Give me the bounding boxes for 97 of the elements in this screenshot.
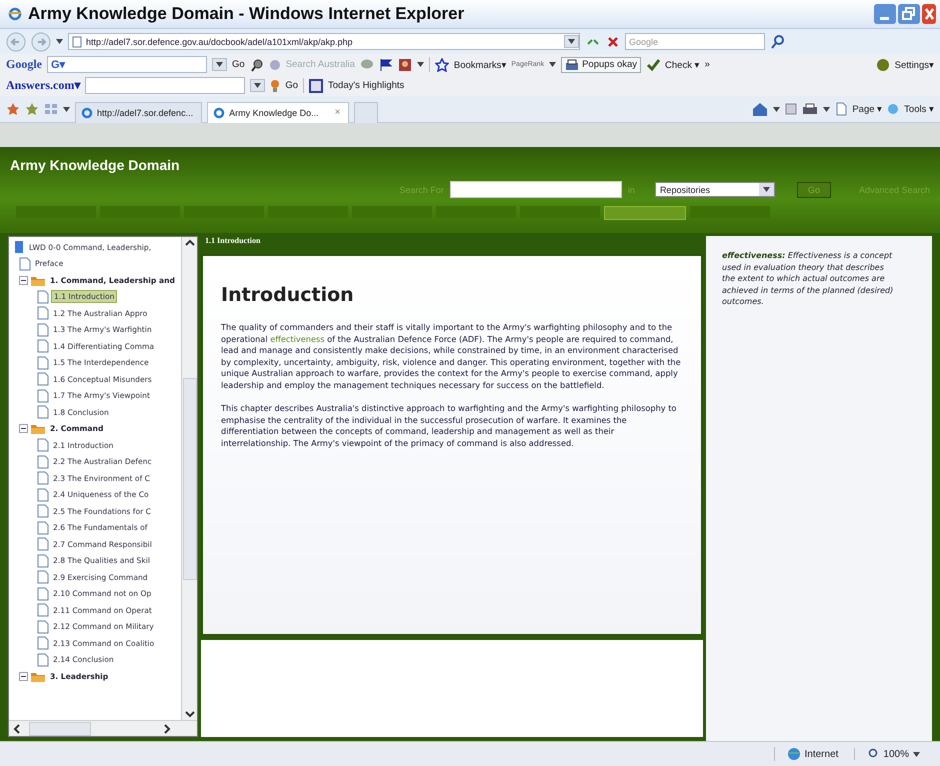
profile-icon[interactable] — [398, 58, 412, 72]
page-icon[interactable] — [835, 102, 848, 116]
forward-icon[interactable] — [31, 32, 51, 52]
zone-label: Internet — [804, 748, 838, 760]
minimize-icon[interactable] — [874, 4, 896, 24]
page-icon[interactable] — [37, 405, 49, 420]
settings-button[interactable]: Settings▾ — [894, 58, 934, 70]
search-field[interactable]: Google — [625, 33, 765, 50]
scope-dropdown[interactable]: Repositories — [654, 182, 775, 197]
page-icon[interactable] — [37, 339, 49, 354]
caret-icon[interactable] — [416, 62, 424, 67]
google-logo: Google — [6, 57, 42, 72]
browser-tab[interactable]: Army Knowledge Do... × — [207, 102, 350, 122]
printer-icon[interactable] — [802, 103, 818, 115]
magnifier-icon[interactable] — [250, 58, 264, 72]
section-header: 1.1 Introduction — [204, 236, 262, 247]
stop-icon[interactable] — [606, 34, 620, 48]
checkmark-icon[interactable] — [646, 58, 660, 72]
page-icon[interactable] — [37, 454, 49, 469]
flag-icon[interactable] — [378, 58, 393, 72]
page-icon[interactable] — [72, 36, 82, 48]
page-icon[interactable] — [37, 471, 49, 486]
page-icon[interactable] — [37, 620, 49, 634]
browser-icon[interactable] — [213, 106, 226, 118]
site-title: Army Knowledge Domain — [10, 156, 181, 173]
page-icon[interactable] — [37, 504, 49, 518]
window-title: Army Knowledge Domain - Windows Internet Explorer — [28, 4, 466, 24]
page-icon[interactable] — [37, 290, 49, 304]
browser-tab[interactable]: http://adel7.sor.defenc... — [75, 102, 202, 122]
close-tab-button[interactable]: × — [334, 107, 340, 118]
page-icon[interactable] — [37, 438, 49, 452]
back-icon[interactable] — [6, 32, 26, 52]
tools-menu[interactable]: Tools ▾ — [904, 103, 934, 115]
answers-logo[interactable]: Answers.com▾ — [6, 78, 80, 93]
page-icon[interactable] — [37, 554, 49, 568]
browser-icon[interactable] — [8, 7, 22, 21]
collapse-icon[interactable] — [19, 276, 28, 285]
tab-list-icon[interactable] — [44, 103, 58, 115]
star-icon[interactable] — [434, 58, 449, 72]
page-icon[interactable] — [37, 372, 49, 386]
close-icon[interactable] — [922, 4, 936, 24]
horizontal-scrollbar[interactable] — [9, 720, 197, 736]
page-menu[interactable]: Page ▾ — [852, 103, 882, 115]
page-icon[interactable] — [37, 356, 49, 370]
dropdown-button[interactable] — [250, 79, 266, 92]
bookmarks-button[interactable]: Bookmarks▾ — [454, 58, 506, 70]
caret-icon[interactable] — [254, 83, 262, 88]
caret-icon[interactable] — [549, 62, 556, 67]
search-field[interactable] — [450, 181, 622, 198]
lightbulb-icon[interactable] — [270, 78, 280, 92]
paragraph: This chapter describes Australia's distinctive approach to warfighting and the Army's warfighting philosophy to emphasise the centrality of the individual in the successful prosecution of warfare. It examines the differentiation between the concepts of command, leadership and management as well as their interrelationship. The Army's viewpoint of the primacy of command is also addressed. — [221, 403, 678, 449]
page-icon[interactable] — [37, 652, 49, 667]
add-favorites-icon[interactable] — [25, 102, 39, 116]
vertical-scrollbar[interactable] — [181, 237, 197, 720]
home-icon[interactable] — [752, 102, 768, 116]
collapse-icon[interactable] — [19, 672, 28, 681]
page-icon[interactable] — [37, 537, 49, 552]
go-button[interactable]: Go — [285, 80, 298, 91]
popups-button[interactable]: Popups okay — [561, 56, 642, 72]
caret-icon[interactable] — [63, 106, 70, 112]
page-icon[interactable] — [37, 306, 49, 320]
google-search-field[interactable]: G▾ — [47, 56, 207, 73]
address-field[interactable]: http://adel7.sor.defence.gov.au/docbook/adel/a101xml/akp/akp.php — [68, 33, 580, 50]
page-heading: Introduction — [221, 284, 354, 306]
check-button[interactable]: Check ▾ — [665, 58, 700, 70]
answers-search-field[interactable] — [85, 77, 246, 94]
collapse-icon[interactable] — [19, 424, 28, 434]
caret-icon[interactable] — [823, 106, 830, 112]
more-button[interactable]: » — [704, 59, 710, 70]
search-icon[interactable] — [770, 34, 786, 50]
caret-icon[interactable] — [913, 752, 920, 756]
dropdown-button[interactable] — [212, 58, 227, 71]
page-icon[interactable] — [37, 520, 49, 535]
page-icon[interactable] — [37, 322, 49, 337]
caret-icon[interactable] — [56, 39, 63, 44]
zoom-level[interactable]: 100% — [883, 748, 909, 760]
favorites-icon[interactable] — [6, 102, 20, 116]
page-icon[interactable] — [37, 603, 49, 618]
restore-icon[interactable] — [898, 4, 920, 24]
go-button[interactable]: Go — [232, 59, 245, 70]
highlights-button[interactable]: Today's Highlights — [328, 80, 404, 91]
page-icon[interactable] — [37, 570, 49, 584]
caret-icon[interactable] — [568, 39, 575, 44]
page-icon[interactable] — [37, 388, 49, 403]
dropdown-button[interactable] — [564, 35, 579, 48]
caret-icon[interactable] — [773, 106, 780, 112]
caret-icon[interactable] — [216, 62, 223, 67]
printer-icon[interactable] — [565, 58, 580, 70]
browser-icon[interactable] — [81, 106, 93, 118]
caret-icon[interactable] — [762, 187, 770, 192]
page-icon[interactable] — [37, 636, 49, 650]
page-icon[interactable] — [37, 488, 49, 502]
page-icon[interactable] — [37, 586, 49, 601]
glossary-definition: effectiveness: Effectiveness is a concept used in evaluation theory that describes the extent to which actual outcomes are achieved in terms of the planned (desired) outcomes. — [722, 250, 894, 308]
paragraph: The quality of commanders and their staff is vitally important to the Army's warfighting philosophy and to the operational effectiveness of the Australian Defence Force (ADF). The Army's people are required to command, lead and manage and consistently make decisions, while constrained by time, in an environment characterised by complexity, uncertainty, ambiguity, risk, violence and danger. This operating environment, together with the unique Australian approach to warfare, provides the context for the Army's people to exercise command, apply leadership and employ the management techniques necessary for success on the battlefield. — [221, 322, 682, 391]
page-icon[interactable] — [19, 256, 31, 271]
glossary-link[interactable]: effectiveness — [270, 334, 325, 344]
